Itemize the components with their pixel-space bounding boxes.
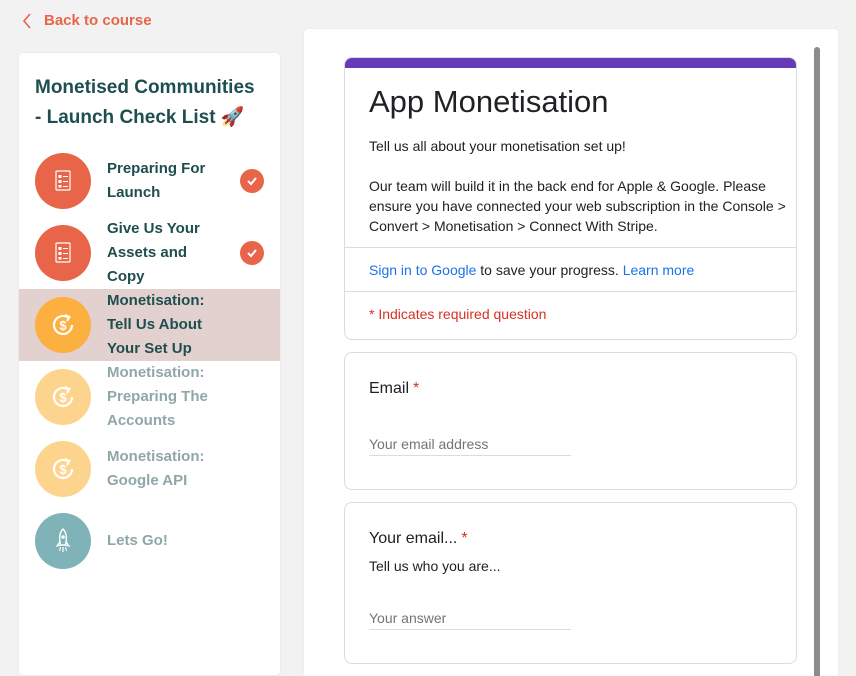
- required-asterisk: *: [461, 530, 468, 547]
- back-to-course-link[interactable]: Back to course: [22, 12, 152, 29]
- content-scrollbar[interactable]: [814, 47, 820, 676]
- dollar-refresh-icon: $: [35, 297, 91, 353]
- completed-check-icon: [240, 169, 264, 193]
- lesson-label: Give Us Your Assets and Copy: [107, 220, 200, 285]
- lesson-item-lets-go[interactable]: Lets Go!: [19, 513, 280, 569]
- rocket-emoji: 🚀: [220, 107, 245, 128]
- lesson-label: Monetisation: Tell Us About Your Set Up: [107, 292, 205, 357]
- lesson-label: Monetisation: Preparing The Accounts: [107, 364, 208, 429]
- rocket-icon: [35, 513, 91, 569]
- lesson-item-preparing-for-launch[interactable]: Preparing For Launch: [19, 153, 280, 209]
- form-title: App Monetisation: [369, 84, 609, 119]
- answer-field[interactable]: [369, 606, 571, 630]
- question-title: Email *: [369, 380, 420, 397]
- course-sidebar: Monetised Communities - Launch Check Lis…: [19, 53, 280, 675]
- question-card-your-email: Your email... * Tell us who you are...: [344, 502, 797, 664]
- lesson-item-preparing-accounts[interactable]: $ Monetisation: Preparing The Accounts: [19, 361, 280, 433]
- lesson-item-google-api[interactable]: $ Monetisation: Google API: [19, 441, 280, 497]
- lesson-label: Preparing For Launch: [107, 160, 206, 201]
- required-note: * Indicates required question: [369, 306, 547, 322]
- dollar-refresh-icon: $: [35, 369, 91, 425]
- sign-in-link[interactable]: Sign in to Google: [369, 262, 476, 278]
- lesson-label: Lets Go!: [107, 532, 168, 549]
- form-accent-bar: [345, 58, 796, 68]
- signin-row: Sign in to Google to save your progress.…: [369, 262, 694, 278]
- svg-text:$: $: [59, 318, 67, 333]
- required-asterisk: *: [413, 380, 420, 397]
- form-header-card: App Monetisation Tell us all about your …: [344, 57, 797, 340]
- lesson-content-panel: App Monetisation Tell us all about your …: [304, 29, 838, 676]
- question-card-email: Email *: [344, 352, 797, 490]
- dollar-refresh-icon: $: [35, 441, 91, 497]
- lesson-label: Monetisation: Google API: [107, 448, 205, 489]
- question-title: Your email... *: [369, 530, 468, 547]
- checklist-icon: [35, 153, 91, 209]
- chevron-left-icon: [22, 12, 31, 29]
- divider: [345, 247, 796, 248]
- divider: [345, 291, 796, 292]
- lesson-item-assets-and-copy[interactable]: Give Us Your Assets and Copy: [19, 220, 280, 285]
- lesson-item-tell-us-about-setup[interactable]: $ Monetisation: Tell Us About Your Set U…: [19, 289, 280, 361]
- back-link-label: Back to course: [44, 12, 152, 29]
- svg-text:$: $: [59, 390, 67, 405]
- checklist-icon: [35, 225, 91, 281]
- svg-text:$: $: [59, 462, 67, 477]
- course-title: Monetised Communities - Launch Check Lis…: [35, 77, 255, 128]
- form-description: Tell us all about your monetisation set …: [369, 138, 786, 234]
- question-description: Tell us who you are...: [369, 558, 501, 574]
- email-field[interactable]: [369, 432, 571, 456]
- signin-text: to save your progress.: [476, 262, 623, 278]
- learn-more-link[interactable]: Learn more: [623, 262, 695, 278]
- completed-check-icon: [240, 241, 264, 265]
